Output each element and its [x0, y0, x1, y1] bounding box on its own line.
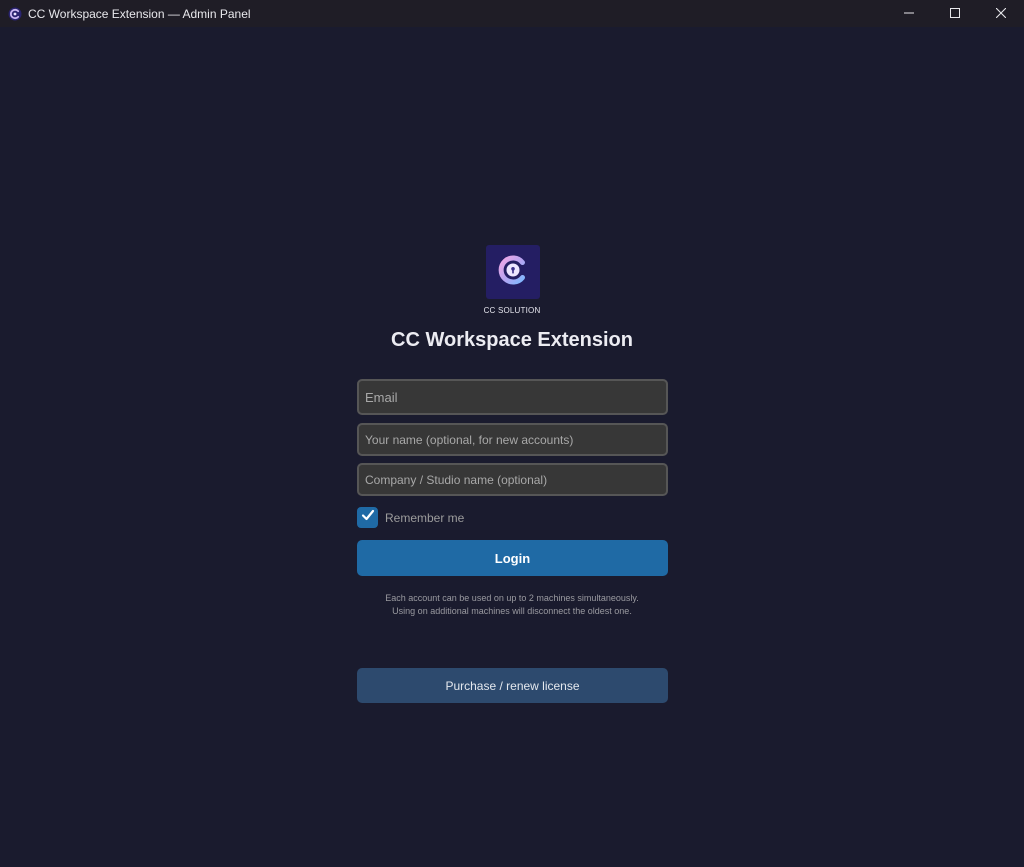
cc-lock-logo-icon	[495, 252, 531, 293]
remember-me-label: Remember me	[385, 510, 465, 525]
cc-logo-icon	[8, 7, 22, 21]
purchase-license-button[interactable]: Purchase / renew license	[357, 668, 668, 703]
page-title: CC Workspace Extension	[391, 329, 633, 351]
maximize-icon	[950, 7, 960, 21]
brand-caption: CC SOLUTION	[483, 306, 541, 315]
notice-line-1: Each account can be used on up to 2 mach…	[385, 593, 639, 603]
login-button[interactable]: Login	[357, 540, 668, 576]
name-input[interactable]	[357, 423, 668, 456]
window-title: CC Workspace Extension — Admin Panel	[28, 6, 251, 21]
email-input[interactable]	[357, 379, 668, 415]
window-controls	[886, 0, 1024, 27]
remember-me-checkbox[interactable]	[357, 507, 378, 528]
close-button[interactable]	[978, 0, 1024, 27]
minimize-icon	[904, 7, 914, 21]
checkmark-icon	[361, 508, 375, 527]
company-input[interactable]	[357, 463, 668, 496]
login-panel: CC SOLUTION CC Workspace Extension Remem…	[0, 27, 1024, 867]
window-titlebar: CC Workspace Extension — Admin Panel	[0, 0, 1024, 27]
minimize-button[interactable]	[886, 0, 932, 27]
maximize-button[interactable]	[932, 0, 978, 27]
notice-line-2: Using on additional machines will discon…	[392, 606, 632, 616]
brand-logo	[486, 245, 540, 299]
machine-limit-notice: Each account can be used on up to 2 mach…	[312, 592, 712, 618]
remember-me-row[interactable]: Remember me	[357, 507, 464, 528]
close-icon	[995, 7, 1007, 21]
